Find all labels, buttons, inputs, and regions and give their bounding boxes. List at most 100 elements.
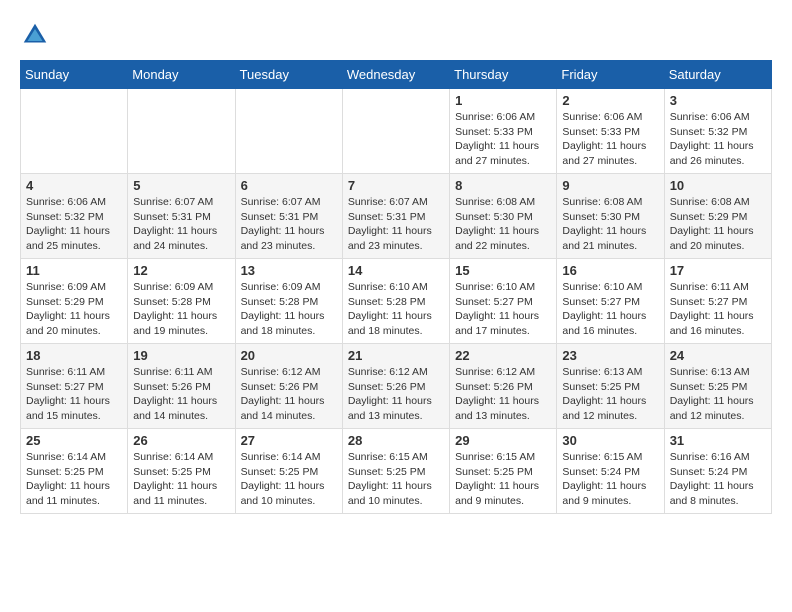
day-content: Sunrise: 6:13 AM Sunset: 5:25 PM Dayligh… <box>562 365 658 424</box>
day-content: Sunrise: 6:06 AM Sunset: 5:32 PM Dayligh… <box>26 195 122 254</box>
header <box>20 20 772 50</box>
day-number: 24 <box>670 348 766 363</box>
day-number: 20 <box>241 348 337 363</box>
day-number: 7 <box>348 178 444 193</box>
day-content: Sunrise: 6:14 AM Sunset: 5:25 PM Dayligh… <box>133 450 229 509</box>
calendar-cell: 18Sunrise: 6:11 AM Sunset: 5:27 PM Dayli… <box>21 344 128 429</box>
calendar-cell: 10 Sunrise: 6:08 AM Sunset: 5:29 PM Dayli… <box>664 174 771 259</box>
calendar-cell: 9 Sunrise: 6:08 AM Sunset: 5:30 PM Daylig… <box>557 174 664 259</box>
day-content: Sunrise: 6:08 AM Sunset: 5:29 PM Dayligh… <box>670 195 766 254</box>
header-sunday: Sunday <box>21 61 128 89</box>
calendar-cell: 27Sunrise: 6:14 AM Sunset: 5:25 PM Dayli… <box>235 429 342 514</box>
day-number: 8 <box>455 178 551 193</box>
calendar-cell: 20 Sunrise: 6:12 AM Sunset: 5:26 PM Dayli… <box>235 344 342 429</box>
header-tuesday: Tuesday <box>235 61 342 89</box>
day-content: Sunrise: 6:08 AM Sunset: 5:30 PM Dayligh… <box>562 195 658 254</box>
calendar-cell: 3 Sunrise: 6:06 AM Sunset: 5:32 PM Daylig… <box>664 89 771 174</box>
day-content: Sunrise: 6:08 AM Sunset: 5:30 PM Dayligh… <box>455 195 551 254</box>
calendar-cell: 16 Sunrise: 6:10 AM Sunset: 5:27 PM Dayli… <box>557 259 664 344</box>
day-content: Sunrise: 6:15 AM Sunset: 5:25 PM Dayligh… <box>455 450 551 509</box>
calendar-cell: 14 Sunrise: 6:10 AM Sunset: 5:28 PM Dayli… <box>342 259 449 344</box>
calendar-cell: 22 Sunrise: 6:12 AM Sunset: 5:26 PM Dayli… <box>450 344 557 429</box>
day-content: Sunrise: 6:09 AM Sunset: 5:29 PM Dayligh… <box>26 280 122 339</box>
header-wednesday: Wednesday <box>342 61 449 89</box>
week-row-4: 18Sunrise: 6:11 AM Sunset: 5:27 PM Dayli… <box>21 344 772 429</box>
week-row-3: 11 Sunrise: 6:09 AM Sunset: 5:29 PM Dayli… <box>21 259 772 344</box>
week-row-1: 1Sunrise: 6:06 AM Sunset: 5:33 PM Daylig… <box>21 89 772 174</box>
day-content: Sunrise: 6:14 AM Sunset: 5:25 PM Dayligh… <box>241 450 337 509</box>
calendar-cell: 21 Sunrise: 6:12 AM Sunset: 5:26 PM Dayli… <box>342 344 449 429</box>
day-content: Sunrise: 6:09 AM Sunset: 5:28 PM Dayligh… <box>133 280 229 339</box>
day-content: Sunrise: 6:12 AM Sunset: 5:26 PM Dayligh… <box>348 365 444 424</box>
calendar-cell: 5 Sunrise: 6:07 AM Sunset: 5:31 PM Daylig… <box>128 174 235 259</box>
logo-icon <box>20 20 50 50</box>
day-number: 21 <box>348 348 444 363</box>
days-header-row: SundayMondayTuesdayWednesdayThursdayFrid… <box>21 61 772 89</box>
day-content: Sunrise: 6:07 AM Sunset: 5:31 PM Dayligh… <box>133 195 229 254</box>
calendar-cell: 28Sunrise: 6:15 AM Sunset: 5:25 PM Dayli… <box>342 429 449 514</box>
day-number: 12 <box>133 263 229 278</box>
calendar-cell <box>342 89 449 174</box>
day-content: Sunrise: 6:11 AM Sunset: 5:26 PM Dayligh… <box>133 365 229 424</box>
day-number: 29 <box>455 433 551 448</box>
day-number: 5 <box>133 178 229 193</box>
day-number: 30 <box>562 433 658 448</box>
day-number: 25 <box>26 433 122 448</box>
day-content: Sunrise: 6:12 AM Sunset: 5:26 PM Dayligh… <box>455 365 551 424</box>
calendar-cell: 2Sunrise: 6:06 AM Sunset: 5:33 PM Daylig… <box>557 89 664 174</box>
calendar-cell: 6 Sunrise: 6:07 AM Sunset: 5:31 PM Daylig… <box>235 174 342 259</box>
day-number: 11 <box>26 263 122 278</box>
calendar-cell: 15 Sunrise: 6:10 AM Sunset: 5:27 PM Dayli… <box>450 259 557 344</box>
day-number: 2 <box>562 93 658 108</box>
calendar-cell <box>21 89 128 174</box>
day-content: Sunrise: 6:16 AM Sunset: 5:24 PM Dayligh… <box>670 450 766 509</box>
week-row-2: 4 Sunrise: 6:06 AM Sunset: 5:32 PM Daylig… <box>21 174 772 259</box>
calendar-cell <box>128 89 235 174</box>
day-content: Sunrise: 6:12 AM Sunset: 5:26 PM Dayligh… <box>241 365 337 424</box>
header-monday: Monday <box>128 61 235 89</box>
day-number: 6 <box>241 178 337 193</box>
day-content: Sunrise: 6:10 AM Sunset: 5:28 PM Dayligh… <box>348 280 444 339</box>
calendar-cell: 1Sunrise: 6:06 AM Sunset: 5:33 PM Daylig… <box>450 89 557 174</box>
day-content: Sunrise: 6:11 AM Sunset: 5:27 PM Dayligh… <box>26 365 122 424</box>
calendar-cell: 17 Sunrise: 6:11 AM Sunset: 5:27 PM Dayli… <box>664 259 771 344</box>
calendar-cell: 29 Sunrise: 6:15 AM Sunset: 5:25 PM Dayli… <box>450 429 557 514</box>
header-saturday: Saturday <box>664 61 771 89</box>
calendar-cell: 13Sunrise: 6:09 AM Sunset: 5:28 PM Dayli… <box>235 259 342 344</box>
day-content: Sunrise: 6:14 AM Sunset: 5:25 PM Dayligh… <box>26 450 122 509</box>
calendar-cell: 12 Sunrise: 6:09 AM Sunset: 5:28 PM Dayli… <box>128 259 235 344</box>
calendar-table: SundayMondayTuesdayWednesdayThursdayFrid… <box>20 60 772 514</box>
day-number: 31 <box>670 433 766 448</box>
day-number: 3 <box>670 93 766 108</box>
day-number: 19 <box>133 348 229 363</box>
calendar-cell: 19 Sunrise: 6:11 AM Sunset: 5:26 PM Dayli… <box>128 344 235 429</box>
day-number: 16 <box>562 263 658 278</box>
day-content: Sunrise: 6:10 AM Sunset: 5:27 PM Dayligh… <box>455 280 551 339</box>
calendar-cell: 31 Sunrise: 6:16 AM Sunset: 5:24 PM Dayli… <box>664 429 771 514</box>
day-number: 22 <box>455 348 551 363</box>
day-number: 17 <box>670 263 766 278</box>
day-number: 1 <box>455 93 551 108</box>
calendar-cell: 4 Sunrise: 6:06 AM Sunset: 5:32 PM Daylig… <box>21 174 128 259</box>
calendar-cell <box>235 89 342 174</box>
day-number: 15 <box>455 263 551 278</box>
day-content: Sunrise: 6:11 AM Sunset: 5:27 PM Dayligh… <box>670 280 766 339</box>
day-content: Sunrise: 6:07 AM Sunset: 5:31 PM Dayligh… <box>241 195 337 254</box>
header-thursday: Thursday <box>450 61 557 89</box>
day-number: 28 <box>348 433 444 448</box>
calendar-cell: 30 Sunrise: 6:15 AM Sunset: 5:24 PM Dayli… <box>557 429 664 514</box>
calendar-cell: 7 Sunrise: 6:07 AM Sunset: 5:31 PM Daylig… <box>342 174 449 259</box>
logo <box>20 20 54 50</box>
calendar-cell: 23Sunrise: 6:13 AM Sunset: 5:25 PM Dayli… <box>557 344 664 429</box>
day-content: Sunrise: 6:10 AM Sunset: 5:27 PM Dayligh… <box>562 280 658 339</box>
day-number: 4 <box>26 178 122 193</box>
day-number: 14 <box>348 263 444 278</box>
day-number: 9 <box>562 178 658 193</box>
day-content: Sunrise: 6:15 AM Sunset: 5:24 PM Dayligh… <box>562 450 658 509</box>
day-content: Sunrise: 6:07 AM Sunset: 5:31 PM Dayligh… <box>348 195 444 254</box>
day-content: Sunrise: 6:06 AM Sunset: 5:32 PM Dayligh… <box>670 110 766 169</box>
day-number: 26 <box>133 433 229 448</box>
day-number: 10 <box>670 178 766 193</box>
calendar-cell: 11 Sunrise: 6:09 AM Sunset: 5:29 PM Dayli… <box>21 259 128 344</box>
week-row-5: 25 Sunrise: 6:14 AM Sunset: 5:25 PM Dayli… <box>21 429 772 514</box>
